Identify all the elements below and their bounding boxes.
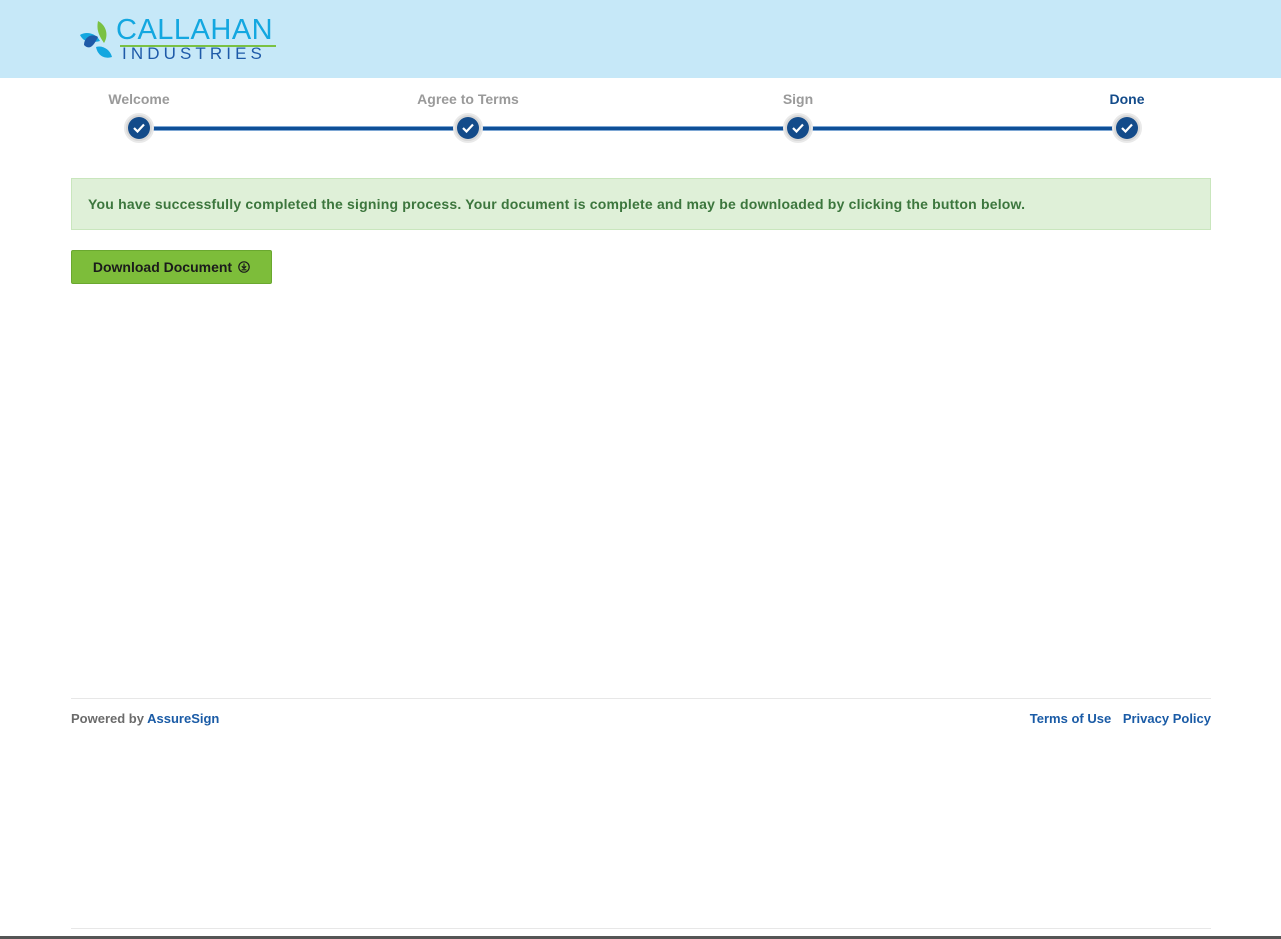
- logo-mark-icon: [80, 21, 112, 58]
- logo-text-primary: CALLAHAN: [116, 14, 274, 46]
- privacy-policy-link[interactable]: Privacy Policy: [1123, 711, 1211, 726]
- step-label-sign: Sign: [782, 91, 814, 107]
- footer-links: Terms of Use Privacy Policy: [1022, 711, 1211, 726]
- check-icon: [462, 123, 474, 133]
- success-message: You have successfully completed the sign…: [88, 196, 1026, 212]
- step-marker-welcome: [124, 113, 154, 143]
- header-bar: CALLAHAN INDUSTRIES: [0, 0, 1281, 78]
- step-label-agree-to-terms: Agree to Terms: [417, 91, 519, 107]
- footer-divider: [71, 698, 1211, 699]
- step-marker-done: [1112, 113, 1142, 143]
- check-icon: [1121, 123, 1133, 133]
- logo-text-secondary: INDUSTRIES: [122, 44, 266, 63]
- bottom-divider: [71, 928, 1211, 929]
- download-icon: [238, 261, 250, 273]
- download-button-label: Download Document: [92, 259, 233, 275]
- step-label-welcome: Welcome: [108, 91, 170, 107]
- success-alert: You have successfully completed the sign…: [71, 178, 1211, 230]
- step-marker-sign: [783, 113, 813, 143]
- step-marker-agree-to-terms: [453, 113, 483, 143]
- progress-track: [139, 126, 1127, 131]
- powered-by-prefix: Powered by: [71, 711, 144, 726]
- check-icon: [792, 123, 804, 133]
- step-label-done: Done: [1109, 91, 1145, 107]
- company-logo[interactable]: CALLAHAN INDUSTRIES: [76, 15, 286, 65]
- powered-by: Powered by AssureSign: [71, 711, 219, 726]
- check-icon: [133, 123, 145, 133]
- download-document-button[interactable]: Download Document: [71, 250, 272, 284]
- assuresign-link[interactable]: AssureSign: [147, 711, 219, 726]
- terms-of-use-link[interactable]: Terms of Use: [1030, 711, 1111, 726]
